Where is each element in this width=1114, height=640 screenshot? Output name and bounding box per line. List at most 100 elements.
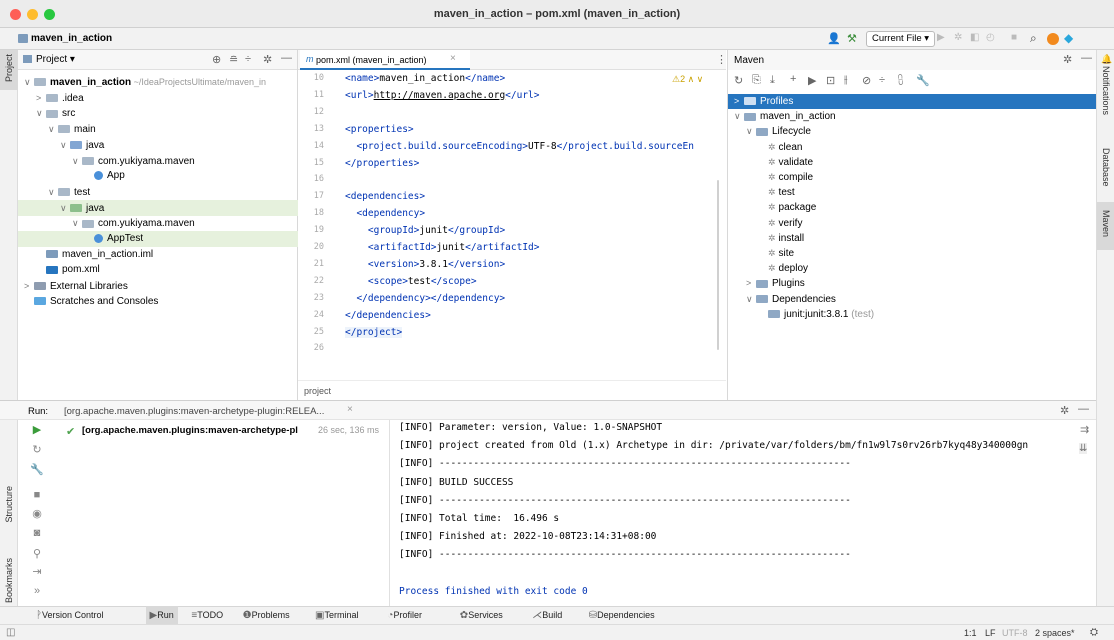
generate-sources-icon[interactable]: ⎘	[752, 74, 761, 87]
close-tab-icon[interactable]: ×	[450, 53, 456, 64]
download-icon[interactable]: ⤓	[770, 74, 775, 87]
debug-icon[interactable]: ✲	[954, 32, 962, 43]
bottom-tab-build[interactable]: ⋌ Build	[532, 606, 562, 624]
chevron-icon[interactable]: >	[746, 276, 756, 291]
project-tree-item[interactable]: App	[18, 168, 298, 184]
chevron-icon[interactable]: >	[36, 90, 46, 106]
wrench-icon[interactable]: 🔧	[916, 74, 930, 87]
add-icon[interactable]: +	[790, 73, 796, 85]
project-tree-item[interactable]: ∨ maven_in_action ~/IdeaProjectsUltimate/…	[18, 74, 298, 90]
project-tree-item[interactable]: ∨ src	[18, 105, 298, 121]
chevron-icon[interactable]: ∨	[48, 184, 58, 200]
editor-breadcrumb[interactable]: project	[304, 386, 331, 396]
maven-tree-item[interactable]: > Profiles	[728, 94, 1097, 109]
bottom-tab-problems[interactable]: ❶ Problems	[243, 606, 290, 624]
bottom-tab-services[interactable]: ✿ Services	[460, 606, 503, 624]
show-diagram-icon[interactable]: ⩉	[898, 74, 903, 87]
soft-wrap-icon[interactable]: ⇉	[1080, 423, 1089, 436]
bottom-tab-todo[interactable]: ≡ TODO	[191, 606, 223, 624]
run-configuration-select[interactable]: Current File ▾	[866, 31, 936, 47]
project-tree-item[interactable]: AppTest	[18, 231, 298, 247]
navbar-breadcrumb[interactable]: maven_in_action	[31, 33, 112, 44]
maven-tree-item[interactable]: junit:junit:3.8.1 (test)	[728, 307, 1097, 322]
hide-panel-icon[interactable]: —	[281, 52, 292, 64]
code-line[interactable]: <properties>	[345, 124, 414, 135]
stop-run-icon[interactable]: ■	[30, 489, 44, 501]
view-icon[interactable]: ◉	[30, 507, 44, 520]
run-tree-item[interactable]: [org.apache.maven.plugins:maven-archetyp…	[82, 425, 298, 436]
caret-position[interactable]: 1:1	[964, 628, 977, 638]
skip-tests-icon[interactable]: ⊘	[862, 74, 871, 87]
chevron-icon[interactable]: ∨	[24, 74, 34, 90]
scroll-end-icon[interactable]: ⇊	[1079, 443, 1088, 454]
build-hammer-icon[interactable]: ⚒	[847, 32, 857, 45]
project-tree-item[interactable]: ∨ main	[18, 121, 298, 137]
project-tree-item[interactable]: pom.xml	[18, 262, 298, 278]
bottom-tab-profiler[interactable]: ◔ Profiler	[387, 606, 422, 624]
camera-icon[interactable]: ◙	[30, 527, 44, 539]
maven-gear-icon[interactable]: ✲	[1063, 53, 1072, 66]
project-tree-item[interactable]: Scratches and Consoles	[18, 294, 298, 310]
code-line[interactable]: <artifactId>junit</artifactId>	[345, 242, 540, 253]
project-tree-item[interactable]: ∨ test	[18, 184, 298, 200]
project-tree-item[interactable]: > .idea	[18, 90, 298, 106]
chevron-icon[interactable]: ∨	[72, 153, 82, 169]
bottom-tab-run[interactable]: ▶ Run	[145, 606, 178, 624]
chevron-icon[interactable]: ∨	[60, 200, 70, 216]
maven-tree-item[interactable]: ∨ Dependencies	[728, 292, 1097, 307]
editor-scrollbar[interactable]	[717, 180, 719, 350]
code-line[interactable]: </dependencies>	[345, 310, 431, 321]
bookmarks-tool-tab[interactable]: Bookmarks	[4, 558, 14, 603]
pin-icon[interactable]: ⚲	[30, 547, 44, 560]
run-maven-icon[interactable]: ▶	[808, 74, 816, 87]
database-tool-tab[interactable]: Database	[1101, 148, 1111, 187]
code-line[interactable]: <name>maven_in_action</name>	[345, 73, 505, 84]
vcs-icon[interactable]: ⛭	[1090, 627, 1098, 638]
maven-tree-item[interactable]: ✲ validate	[728, 155, 1097, 170]
reload-icon[interactable]: ↻	[734, 74, 743, 87]
code-line[interactable]: <project.build.sourceEncoding>UTF-8</pro…	[345, 141, 693, 152]
editor-tab-pom[interactable]: m pom.xml (maven_in_action) ×	[300, 50, 470, 70]
notifications-tool-tab[interactable]: Notifications	[1101, 66, 1111, 115]
maven-tree-item[interactable]: > Plugins	[728, 276, 1097, 291]
layout-toggle-icon[interactable]: ◫	[6, 627, 15, 638]
code-line[interactable]: </project>	[345, 326, 403, 338]
project-tree-item[interactable]: ∨ java	[18, 199, 298, 216]
chevron-icon[interactable]: ∨	[60, 137, 70, 153]
code-line[interactable]: <groupId>junit</groupId>	[345, 225, 505, 236]
code-line[interactable]: <dependencies>	[345, 191, 425, 202]
chevron-icon[interactable]: ∨	[734, 109, 744, 124]
rerun-failed-icon[interactable]: ↻	[30, 443, 44, 456]
execute-goal-icon[interactable]: ⊡	[826, 74, 835, 87]
gear-icon[interactable]: ✲	[263, 53, 272, 66]
project-tree-item[interactable]: ∨ com.yukiyama.maven	[18, 153, 298, 169]
export-icon[interactable]: ⇥	[30, 565, 44, 578]
line-separator[interactable]: LF	[985, 628, 996, 638]
bottom-tab-dependencies[interactable]: ⛁ Dependencies	[589, 606, 655, 624]
locate-icon[interactable]: ⊕	[212, 53, 221, 66]
maven-tree-item[interactable]: ✲ test	[728, 185, 1097, 200]
code-line[interactable]: <url>http://maven.apache.org</url>	[345, 90, 540, 101]
search-icon[interactable]: ⌕	[1030, 31, 1037, 46]
coverage-icon[interactable]: ◧	[970, 32, 979, 43]
code-line[interactable]: <scope>test</scope>	[345, 276, 477, 287]
project-tool-tab[interactable]: Project	[4, 54, 14, 82]
project-tree-item[interactable]: ∨ com.yukiyama.maven	[18, 215, 298, 231]
chevron-icon[interactable]: ∨	[72, 215, 82, 231]
maven-tree-item[interactable]: ✲ package	[728, 200, 1097, 215]
maven-tree-item[interactable]: ✲ compile	[728, 170, 1097, 185]
close-run-tab-icon[interactable]: ×	[347, 404, 353, 415]
rerun-icon[interactable]: ▶	[30, 423, 44, 436]
more-run-icon[interactable]: »	[30, 585, 44, 597]
chevron-icon[interactable]: ∨	[746, 124, 756, 139]
bottom-tab-version-control[interactable]: ᚹ Version Control	[36, 606, 104, 624]
code-line[interactable]: <dependency>	[345, 208, 425, 219]
collapse-icon[interactable]: ÷	[879, 74, 885, 86]
run-icon[interactable]: ▶	[937, 32, 945, 43]
chevron-icon[interactable]: ∨	[746, 292, 756, 307]
bell-icon[interactable]: 🔔	[1101, 54, 1112, 65]
maven-tree-item[interactable]: ∨ maven_in_action	[728, 109, 1097, 124]
bottom-tab-terminal[interactable]: ▣ Terminal	[315, 606, 358, 624]
run-gear-icon[interactable]: ✲	[1060, 404, 1069, 417]
structure-tool-tab[interactable]: Structure	[4, 486, 14, 523]
